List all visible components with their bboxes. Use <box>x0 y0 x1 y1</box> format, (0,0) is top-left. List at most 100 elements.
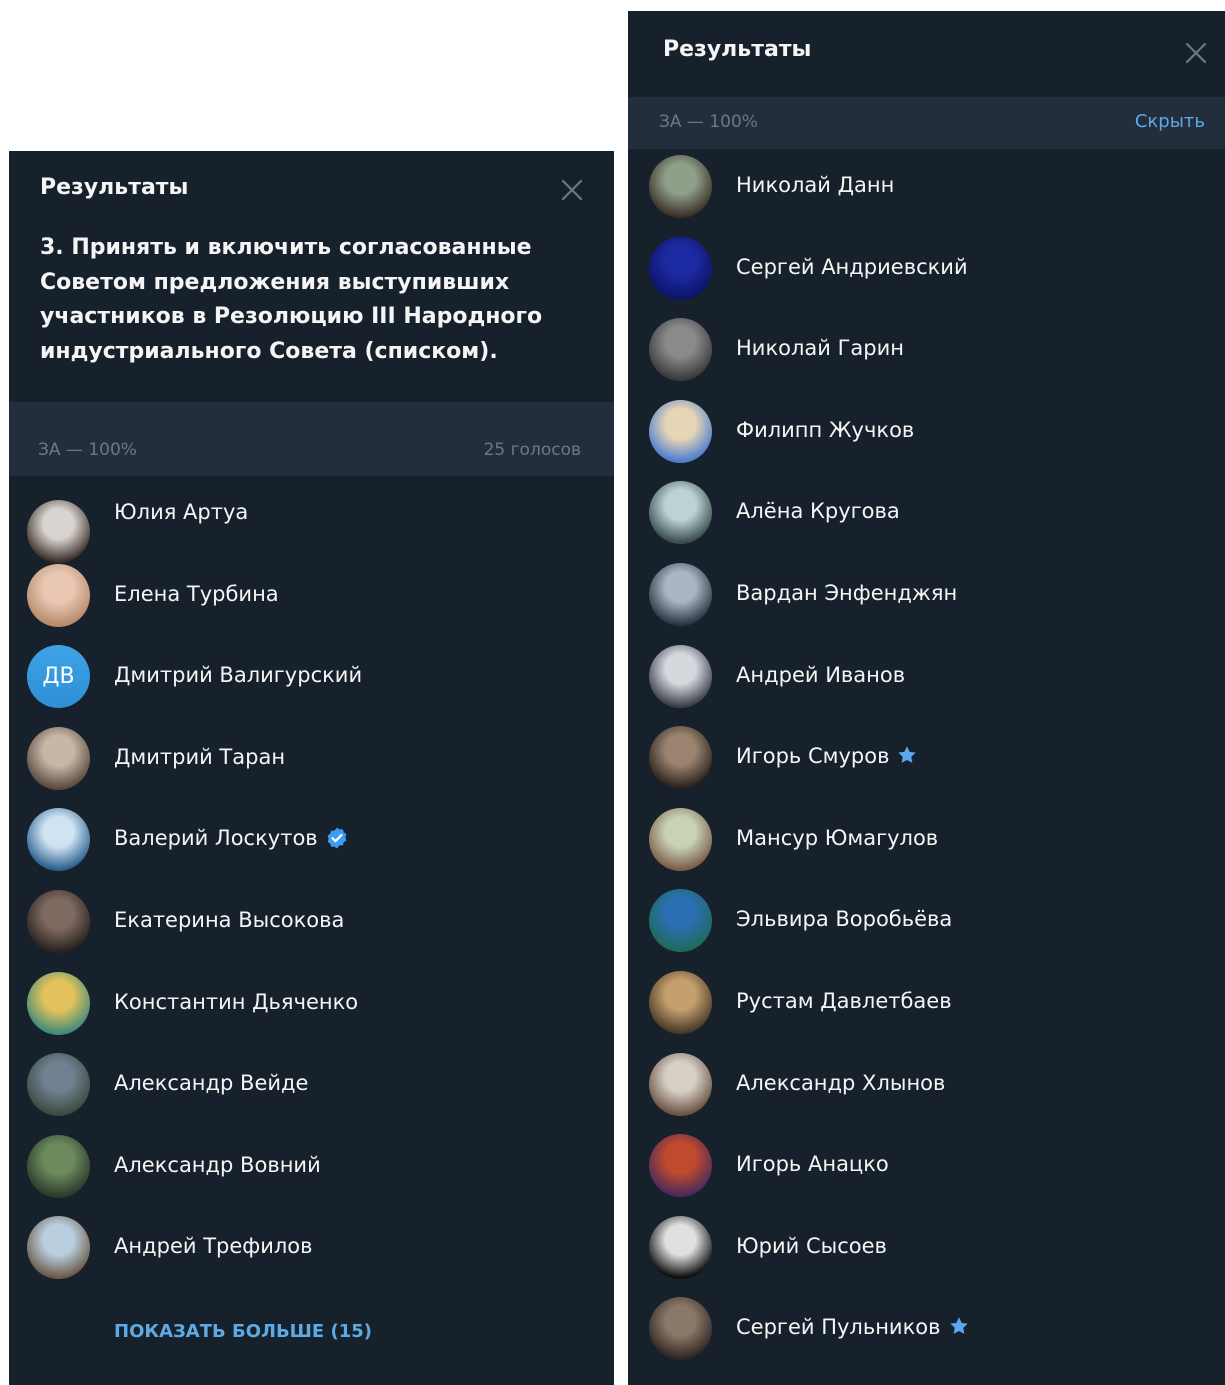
voter-name: Юрий Сысоев <box>736 1234 887 1258</box>
avatar <box>649 318 712 382</box>
avatar <box>649 970 712 1034</box>
voter-row[interactable]: Вардан Энфенджян <box>628 557 1225 639</box>
voter-name: Дмитрий Валигурский <box>114 663 362 687</box>
voter-row[interactable]: Сергей Андриевский <box>628 231 1225 313</box>
voter-row[interactable]: Мансур Юмагулов <box>628 802 1225 884</box>
voter-name-text: Сергей Пульников <box>736 1315 941 1340</box>
voter-name-text: Елена Турбина <box>114 581 279 606</box>
voter-name: Александр Вовний <box>114 1153 321 1177</box>
voter-row[interactable]: Юрий Сысоев <box>628 1210 1225 1292</box>
voter-name: Александр Вейде <box>114 1071 308 1095</box>
voter-row[interactable]: Андрей Трефилов <box>9 1210 614 1292</box>
voter-row[interactable]: Александр Вейде <box>9 1047 614 1129</box>
voter-row[interactable]: Юлия Артуа <box>9 476 614 563</box>
voter-name: Николай Данн <box>736 173 894 197</box>
premium-star-icon <box>896 744 920 768</box>
avatar <box>649 1297 712 1361</box>
voter-row[interactable]: Игорь Анацко <box>628 1128 1225 1210</box>
voter-name-text: Николай Данн <box>736 173 895 197</box>
voter-name-text: Александр Вейде <box>114 1071 309 1096</box>
close-icon <box>1185 42 1207 64</box>
close-icon <box>561 179 583 201</box>
close-button[interactable] <box>561 179 583 201</box>
voter-name: Николай Гарин <box>736 336 904 360</box>
avatar <box>649 1134 712 1198</box>
show-more-button[interactable]: ПОКАЗАТЬ БОЛЬШЕ (15) <box>114 1321 372 1342</box>
avatar <box>27 726 90 790</box>
voter-name-text: Игорь Смуров <box>736 744 890 769</box>
voter-name-text: Дмитрий Таран <box>114 744 286 769</box>
avatar <box>27 889 90 953</box>
voter-row[interactable]: Эльвира Воробьёва <box>628 883 1225 965</box>
voter-name-text: Николай Гарин <box>736 336 904 361</box>
close-button[interactable] <box>1185 42 1207 64</box>
voter-name: Мансур Юмагулов <box>736 826 938 850</box>
voter-name: Екатерина Высокова <box>114 908 344 932</box>
voter-row[interactable]: Александр Вовний <box>9 1129 614 1211</box>
voter-name-text: Мансур Юмагулов <box>736 825 939 850</box>
voter-name-text: Андрей Трефилов <box>114 1234 313 1259</box>
avatar <box>649 481 712 545</box>
voter-name: Филипп Жучков <box>736 418 914 442</box>
avatar <box>27 1216 90 1280</box>
voter-name-text: Игорь Анацко <box>736 1152 889 1177</box>
avatar <box>649 1052 712 1116</box>
panel-header: Результаты <box>628 11 1225 97</box>
voter-row[interactable]: Дмитрий Таран <box>9 721 614 803</box>
voter-row[interactable]: Екатерина Высокова <box>9 884 614 966</box>
voter-name: Константин Дьяченко <box>114 990 358 1014</box>
voter-name: Алёна Кругова <box>736 499 900 523</box>
voters-list: Николай Данн Сергей Андриевский Николай Га… <box>628 149 1225 1373</box>
voter-row[interactable]: Сергей Пульников <box>628 1291 1225 1373</box>
voter-name-text: Дмитрий Валигурский <box>114 663 363 688</box>
voter-row[interactable]: ДВ Дмитрий Валигурский <box>9 639 614 721</box>
voter-name-text: Александр Вовний <box>114 1152 321 1177</box>
voter-name-text: Андрей Иванов <box>736 662 906 687</box>
voter-row[interactable]: Игорь Смуров <box>628 720 1225 802</box>
avatar <box>649 562 712 626</box>
avatar <box>27 1053 90 1117</box>
avatar <box>649 236 712 300</box>
hide-button[interactable]: Скрыть <box>1135 111 1205 132</box>
avatar <box>649 644 712 708</box>
avatar <box>27 808 90 872</box>
votes-count: 25 голосов <box>483 440 581 460</box>
avatar <box>649 399 712 463</box>
voter-name-text: Вардан Энфенджян <box>736 580 958 605</box>
voter-name-text: Юлия Артуа <box>114 500 249 524</box>
voter-name: Сергей Андриевский <box>736 255 968 279</box>
voter-name: Елена Турбина <box>114 582 279 606</box>
voter-row[interactable]: Александр Хлынов <box>628 1047 1225 1129</box>
voter-name: Игорь Смуров <box>736 744 920 768</box>
voters-list: Юлия Артуа Елена Турбина ДВ Дмитрий Валигур… <box>9 476 614 1292</box>
panel-header: Результаты <box>9 151 614 227</box>
voter-row[interactable]: Николай Гарин <box>628 312 1225 394</box>
voter-row[interactable]: Елена Турбина <box>9 558 614 640</box>
voter-row[interactable]: Валерий Лоскутов <box>9 802 614 884</box>
voter-name-text: Валерий Лоскутов <box>114 826 318 851</box>
avatar <box>649 807 712 871</box>
verified-icon <box>325 826 349 850</box>
voter-row[interactable]: Рустам Давлетбаев <box>628 965 1225 1047</box>
option-label: ЗА — 100% <box>38 440 137 460</box>
voter-row[interactable]: Филипп Жучков <box>628 394 1225 476</box>
voter-name-text: Юрий Сысоев <box>736 1233 887 1258</box>
premium-star-icon <box>948 1315 972 1339</box>
voter-row[interactable]: Алёна Кругова <box>628 475 1225 557</box>
avatar <box>649 889 712 953</box>
avatar <box>649 155 712 218</box>
voter-name: Дмитрий Таран <box>114 745 285 769</box>
voter-row[interactable]: Николай Данн <box>628 149 1225 231</box>
voter-name: Александр Хлынов <box>736 1071 945 1095</box>
voter-name-text: Александр Хлынов <box>736 1070 946 1095</box>
voter-name: Вардан Энфенджян <box>736 581 957 605</box>
voter-name: Игорь Анацко <box>736 1152 889 1176</box>
avatar: ДВ <box>27 645 90 709</box>
voter-row[interactable]: Андрей Иванов <box>628 639 1225 721</box>
voter-name-text: Филипп Жучков <box>736 417 915 442</box>
voter-name-text: Екатерина Высокова <box>114 907 345 932</box>
avatar <box>649 1215 712 1279</box>
option-section-header: ЗА — 100% Скрыть <box>628 97 1225 149</box>
voter-name: Андрей Иванов <box>736 663 905 687</box>
voter-row[interactable]: Константин Дьяченко <box>9 966 614 1048</box>
